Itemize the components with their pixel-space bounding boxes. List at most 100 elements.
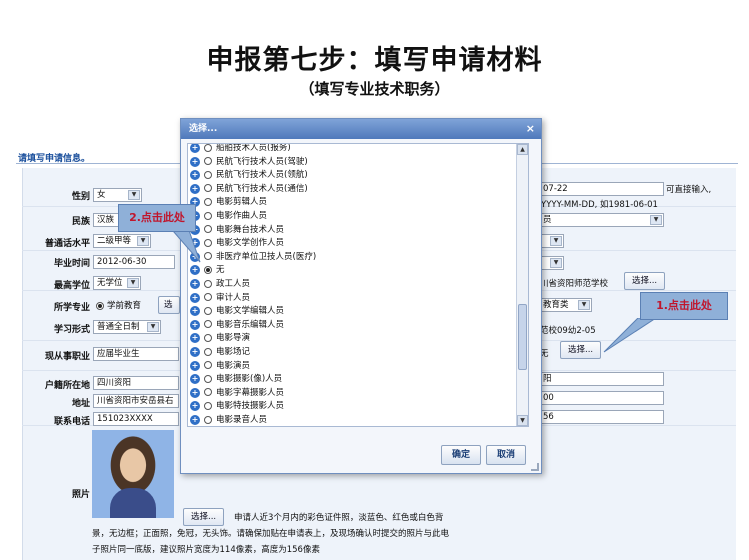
option-item[interactable]: + 民航飞行技术人员(通信)	[190, 182, 308, 196]
option-label: 民航飞行技术人员(通信)	[216, 183, 308, 194]
slide-subtitle: （填写专业技术职务）	[299, 80, 450, 98]
current-job-field[interactable]: 应届毕业生	[93, 347, 179, 361]
option-label: 非医疗单位卫技人员(医疗)	[216, 251, 317, 262]
phone-label: 联系电话	[53, 417, 90, 427]
radio-icon[interactable]	[204, 401, 212, 410]
option-item[interactable]: + 电影录音人员	[190, 413, 268, 426]
expand-icon[interactable]: +	[190, 292, 200, 303]
option-label: 船舶技术人员(报务)	[216, 143, 291, 153]
expand-icon[interactable]: +	[190, 360, 200, 371]
degree-select[interactable]: 无学位 ▼	[93, 276, 141, 290]
expand-icon[interactable]: +	[190, 306, 200, 317]
date-format-hint: YYYY-MM-DD, 如1981-06-01	[541, 200, 658, 210]
option-item[interactable]: + 电影剪辑人员	[190, 195, 267, 209]
radio-icon[interactable]	[204, 333, 212, 342]
option-item[interactable]: + 电影特技摄影人员	[190, 399, 284, 413]
option-item[interactable]: + 电影文学编辑人员	[190, 304, 285, 318]
expand-icon[interactable]: +	[190, 347, 200, 357]
option-item[interactable]: + 民航飞行技术人员(领航)	[190, 168, 308, 182]
radio-icon[interactable]	[204, 265, 212, 274]
chevron-down-icon: ▼	[578, 300, 590, 310]
option-label: 审计人员	[216, 292, 251, 303]
major-radio[interactable]: 学前教育	[96, 299, 141, 311]
expand-icon[interactable]: +	[190, 387, 200, 398]
close-icon[interactable]: ×	[526, 122, 535, 136]
ethnicity-label: 民族	[71, 217, 90, 227]
option-item[interactable]: +非医疗单位卫技人员(医疗)	[190, 250, 317, 264]
radio-icon[interactable]	[204, 347, 212, 356]
expand-icon[interactable]: +	[190, 170, 200, 181]
ok-button[interactable]: 确定	[441, 445, 482, 465]
household-label: 户籍所在地	[44, 381, 90, 391]
option-label: 政工人员	[216, 279, 251, 289]
option-label: 电影文学编辑人员	[216, 306, 285, 317]
radio-icon[interactable]	[204, 361, 212, 370]
postcode-field[interactable]: 56	[540, 410, 664, 424]
option-item[interactable]: + 民航飞行技术人员(驾驶)	[190, 155, 308, 169]
callout-step1: 1.点击此处	[640, 292, 728, 320]
birth-date-field[interactable]: 07-22	[540, 182, 664, 196]
radio-icon[interactable]	[204, 306, 212, 315]
option-item[interactable]: +电影作曲人员	[190, 209, 267, 223]
expand-icon[interactable]: +	[190, 374, 200, 385]
radio-icon[interactable]	[204, 415, 212, 424]
dialog-titlebar[interactable]: 选择... ×	[181, 119, 541, 139]
household-right-field[interactable]: 阳	[540, 372, 664, 386]
radio-icon[interactable]	[204, 293, 212, 302]
expand-icon[interactable]: +	[190, 319, 200, 330]
option-label: 电影录音人员	[216, 415, 268, 425]
expand-icon[interactable]: +	[190, 415, 200, 425]
expand-icon[interactable]: +	[190, 333, 200, 344]
study-mode-select[interactable]: 普通全日制 ▼	[93, 320, 161, 334]
scrollbar[interactable]: ▲ ▼	[516, 144, 528, 426]
scroll-down-icon[interactable]: ▼	[517, 415, 528, 426]
radio-icon[interactable]	[204, 184, 212, 193]
radio-icon[interactable]	[204, 388, 212, 397]
option-item[interactable]: + 电影演员	[190, 359, 250, 373]
right-select-small[interactable]: ▼	[540, 234, 564, 248]
tech-title-select-button[interactable]: 选择...	[560, 341, 602, 359]
phone-field[interactable]: 151023XXXX	[93, 412, 179, 426]
address-field[interactable]: 川省资阳市安岳县右	[93, 394, 179, 408]
scroll-up-icon[interactable]: ▲	[517, 144, 528, 155]
option-item[interactable]: +电影舞台技术人员	[190, 223, 284, 237]
radio-icon[interactable]	[204, 157, 212, 166]
household-field[interactable]: 四川资阳	[93, 376, 179, 390]
expand-icon[interactable]: +	[190, 401, 200, 412]
degree-label: 最高学位	[53, 281, 90, 291]
chevron-down-icon: ▼	[650, 215, 662, 225]
radio-icon[interactable]	[204, 374, 212, 383]
gender-select[interactable]: 女 ▼	[93, 188, 142, 202]
radio-icon[interactable]	[204, 197, 212, 206]
expand-icon[interactable]: +	[190, 279, 200, 289]
address-right-field[interactable]: 00	[540, 391, 664, 405]
job-select[interactable]: 员 ▼	[540, 213, 664, 227]
option-item[interactable]: + 电影摄影(像)人员	[190, 372, 282, 386]
option-label: 民航飞行技术人员(驾驶)	[216, 156, 308, 167]
option-item[interactable]: + 电影字幕摄影人员	[190, 386, 284, 400]
school-select-button[interactable]: 选择...	[624, 272, 666, 290]
education-select[interactable]: 教育类 ▼	[540, 298, 592, 312]
major-select-button[interactable]: 选	[158, 296, 180, 314]
mandarin-select[interactable]: 二级甲等 ▼	[93, 234, 151, 248]
expand-icon[interactable]: +	[190, 156, 200, 167]
expand-icon[interactable]: +	[190, 144, 200, 153]
option-item[interactable]: + 审计人员	[190, 291, 251, 305]
graduation-date-label: 毕业时间	[53, 259, 90, 269]
right-select-small-2[interactable]: ▼	[540, 256, 564, 270]
expand-icon[interactable]: +	[190, 183, 200, 194]
radio-icon[interactable]	[204, 170, 212, 179]
option-item[interactable]: + 电影导演	[190, 331, 250, 345]
option-item[interactable]: + 政工人员	[190, 277, 251, 291]
scrollbar-thumb[interactable]	[518, 304, 527, 370]
option-item[interactable]: + 电影音乐编辑人员	[190, 318, 284, 332]
radio-icon[interactable]	[204, 279, 212, 288]
radio-icon[interactable]	[204, 320, 212, 329]
option-item[interactable]: + 电影文学创作人员	[190, 236, 284, 250]
cancel-button[interactable]: 取消	[486, 445, 527, 465]
resize-grip-icon[interactable]	[531, 463, 539, 471]
option-item[interactable]: + 船舶技术人员(报务)	[190, 143, 291, 155]
radio-icon[interactable]	[204, 144, 212, 152]
expand-icon[interactable]: +	[190, 265, 200, 276]
option-item[interactable]: + 电影场记	[190, 345, 250, 359]
